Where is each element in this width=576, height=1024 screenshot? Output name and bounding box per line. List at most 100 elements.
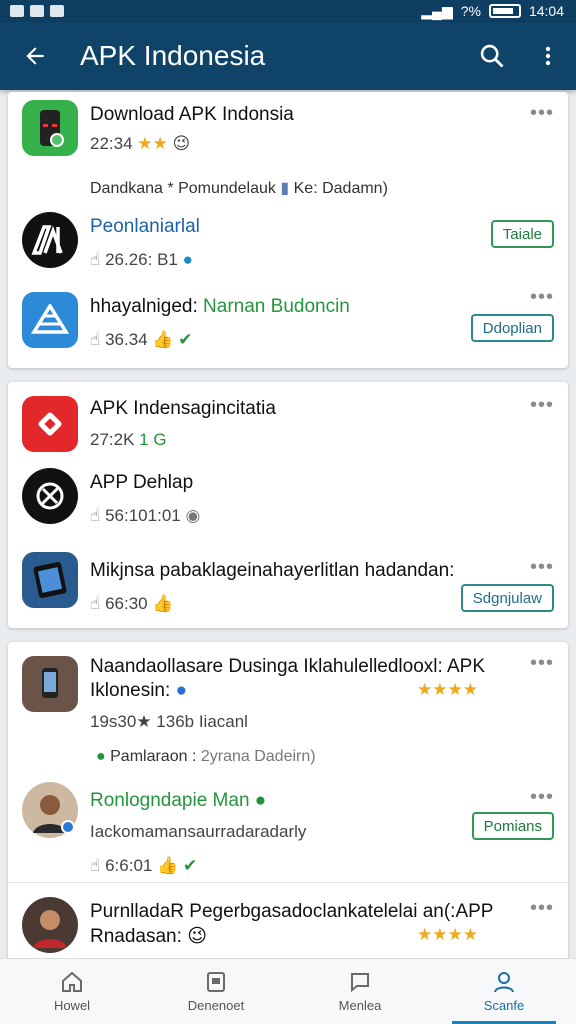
apk-logo-icon bbox=[38, 412, 62, 436]
action-button[interactable]: Taiale bbox=[490, 220, 554, 248]
more-dots-icon[interactable]: ••• bbox=[530, 652, 554, 675]
more-dots-icon[interactable]: ••• bbox=[530, 897, 554, 920]
action-button[interactable]: Sdgnjulaw bbox=[460, 584, 554, 612]
download-icon bbox=[207, 972, 225, 992]
profile-icon bbox=[494, 972, 514, 993]
list-item[interactable]: Peonlaniarlal ☝ 26.26: B1 ● Taiale bbox=[8, 202, 568, 282]
app-icon-device bbox=[22, 552, 78, 608]
more-dots-icon[interactable]: ••• bbox=[530, 556, 554, 579]
action-button[interactable]: Ddoplian bbox=[470, 314, 554, 342]
thumb-icon: ☝ bbox=[90, 856, 101, 875]
app-card-1: Download APK Indonsia 22:34 ★★ 😉 ••• Dan… bbox=[8, 92, 568, 368]
avatar bbox=[22, 897, 78, 953]
chat-icon bbox=[351, 973, 369, 993]
app-meta: ☝ 66:30 👍 bbox=[90, 594, 174, 613]
more-dots-icon[interactable]: ••• bbox=[530, 102, 554, 125]
thumb-icon: ☝ bbox=[90, 594, 101, 613]
more-button[interactable] bbox=[520, 22, 576, 90]
app-meta: 22:34 ★★ 😉 bbox=[90, 134, 191, 153]
check-icon: ✔ bbox=[183, 856, 198, 875]
nav-home[interactable]: Howel bbox=[0, 959, 144, 1024]
nav-label: Menlea bbox=[338, 998, 382, 1013]
flag-icon: ▮ bbox=[280, 180, 290, 197]
nav-label: Howel bbox=[53, 998, 91, 1013]
app-card-3: Naandaollasare Dusinga Iklahulelledlooxl… bbox=[8, 642, 568, 962]
search-button[interactable] bbox=[464, 22, 520, 90]
like-icon: 👍 bbox=[152, 330, 174, 349]
app-title: Naandaollasare Dusinga Iklahulelledlooxl… bbox=[90, 656, 486, 677]
nav-label: Denenoet bbox=[187, 998, 245, 1013]
list-note: ● Pamlaraon : 2yrana Dadeirn) bbox=[96, 748, 316, 765]
app-meta: ☝ 6:6:01 👍 ✔ bbox=[90, 856, 198, 875]
notification-icon bbox=[50, 5, 64, 17]
thumb-icon: ☝ bbox=[90, 506, 101, 525]
nav-label: Scanfe bbox=[483, 998, 525, 1013]
notification-icons bbox=[10, 5, 64, 17]
list-item[interactable]: PurnlladaR Pegerbgasadoclankatelelai an(… bbox=[8, 882, 568, 962]
app-icon-phone bbox=[22, 100, 78, 156]
app-icon-red bbox=[22, 396, 78, 452]
app-icon-dark bbox=[22, 468, 78, 524]
nav-profile[interactable]: Scanfe bbox=[432, 959, 576, 1024]
app-title-line2: Rnadasan: 😉 bbox=[90, 926, 207, 947]
emoji-icon: 😉 bbox=[172, 134, 191, 153]
list-item[interactable]: Download APK Indonsia 22:34 ★★ 😉 ••• bbox=[8, 92, 568, 172]
status-bar: ▂▄▆ ?% 14:04 bbox=[0, 0, 576, 22]
more-dots-icon[interactable]: ••• bbox=[530, 786, 554, 809]
app-title: APP Dehlap bbox=[90, 472, 194, 493]
status-dot-icon: ● bbox=[96, 748, 106, 765]
app-meta: 19s30★ 136b Iiacanl bbox=[90, 712, 248, 731]
app-title: Ronlogndapie Man ● bbox=[90, 790, 267, 811]
more-vert-icon bbox=[545, 46, 551, 66]
action-button[interactable]: Pomians bbox=[471, 812, 554, 840]
list-item[interactable]: Mikjnsa pabaklageinahayerlitlan hadandan… bbox=[8, 546, 568, 628]
app-title: PurnlladaR Pegerbgasadoclankatelelai an(… bbox=[90, 901, 494, 922]
badge-icon: ◉ bbox=[185, 506, 201, 525]
battery-icon bbox=[488, 4, 521, 18]
list-item[interactable]: Naandaollasare Dusinga Iklahulelledlooxl… bbox=[8, 642, 568, 742]
notification-icon bbox=[10, 5, 24, 17]
clock: 14:04 bbox=[528, 3, 564, 19]
home-icon bbox=[62, 971, 82, 992]
list-note: Dandkana * Pomundelauk ▮ Ke: Dadamn) bbox=[90, 180, 388, 197]
app-title: hhayalniged: Narnan Budoncin bbox=[90, 296, 350, 317]
list-item[interactable]: APK Indensagincitatia 27:2K 1 G ••• bbox=[8, 382, 568, 462]
list-item[interactable]: Ronlogndapie Man ● Iackomamansaurradarad… bbox=[8, 776, 568, 876]
app-title: Download APK Indonsia bbox=[90, 104, 294, 125]
bottom-nav: Howel Denenoet Menlea Scanfe bbox=[0, 958, 576, 1024]
app-meta: ☝ 56:101:01 ◉ bbox=[90, 506, 201, 525]
check-icon: ✔ bbox=[178, 330, 193, 349]
list-item[interactable]: hhayalniged: Narnan Budoncin ☝ 36.34 👍 ✔… bbox=[8, 286, 568, 368]
emoji-icon: 😉 bbox=[187, 926, 207, 947]
nav-messages[interactable]: Menlea bbox=[288, 959, 432, 1024]
search-icon bbox=[480, 44, 504, 68]
signal-icon: ▂▄▆ bbox=[421, 2, 453, 19]
like-icon: 👍 bbox=[157, 856, 179, 875]
back-button[interactable] bbox=[0, 22, 70, 90]
verified-icon: ● bbox=[254, 790, 267, 811]
ai-logo-icon bbox=[31, 225, 63, 255]
battery-percent: ?% bbox=[460, 3, 481, 19]
badge-icon: ● bbox=[182, 250, 193, 269]
arrow-left-icon bbox=[26, 47, 44, 65]
app-subtitle: Iackomamansaurradaradarly bbox=[90, 822, 307, 841]
app-title-line2: Iklonesin: ● bbox=[90, 680, 188, 701]
list-item[interactable]: APP Dehlap ☝ 56:101:01 ◉ bbox=[8, 462, 568, 542]
app-card-2: APK Indensagincitatia 27:2K 1 G ••• APP … bbox=[8, 382, 568, 628]
nav-download[interactable]: Denenoet bbox=[144, 959, 288, 1024]
rating-stars-icon: ★★★★ bbox=[417, 680, 478, 699]
more-dots-icon[interactable]: ••• bbox=[530, 394, 554, 417]
more-dots-icon[interactable]: ••• bbox=[530, 286, 554, 309]
notification-icon bbox=[30, 5, 44, 17]
like-icon: 👍 bbox=[152, 594, 174, 613]
app-meta: 27:2K 1 G bbox=[90, 430, 167, 449]
avatar bbox=[22, 782, 78, 838]
app-icon-logo bbox=[22, 212, 78, 268]
chrome-icon: ● bbox=[175, 680, 188, 701]
person-icon bbox=[33, 910, 67, 948]
store-icon bbox=[30, 304, 70, 334]
photo-icon bbox=[42, 668, 58, 698]
page-title: APK Indonesia bbox=[80, 40, 266, 71]
phone-icon bbox=[40, 110, 64, 147]
thumb-icon: ☝ bbox=[90, 330, 101, 349]
